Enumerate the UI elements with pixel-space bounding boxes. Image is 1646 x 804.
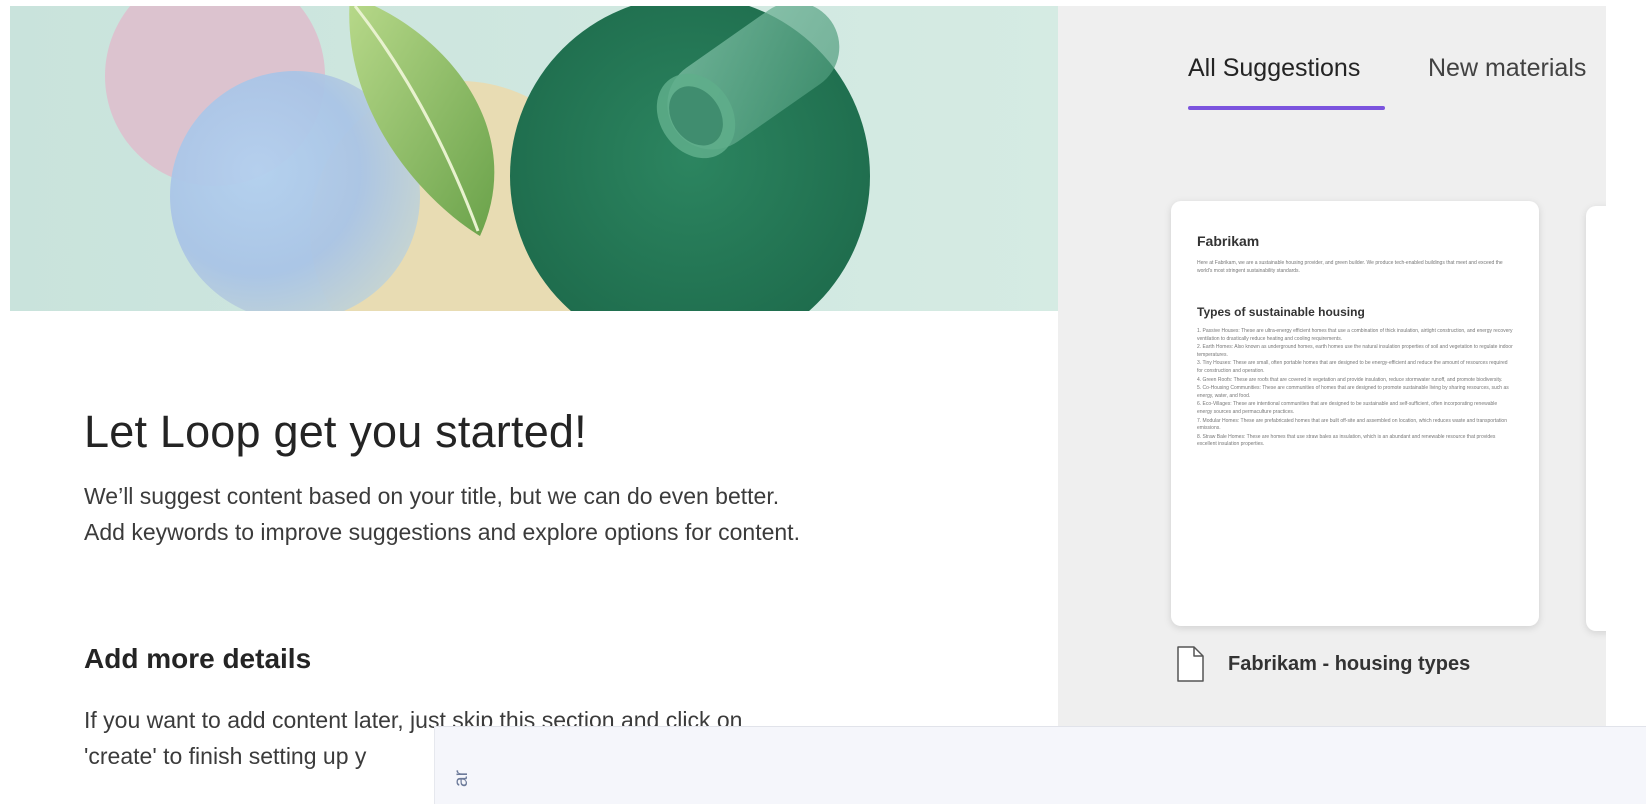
doc-list-item: 2. Earth Homes: Also known as undergroun… [1197,344,1513,358]
selected-tab-indicator [1188,106,1385,110]
file-name: Fabrikam - housing types [1228,652,1471,675]
doc-list-item: 6. Eco-Villages: These are intentional c… [1197,401,1498,415]
doc-list: 1. Passive Houses: These are ultra-energ… [1197,328,1513,449]
bottom-panel: ar [434,726,1646,804]
doc-list-item: 7. Modular Homes: These are prefabricate… [1197,417,1507,432]
doc-list-item: 8. Straw Bale Homes: These are homes tha… [1197,433,1496,448]
doc-list-item: 5. Co-Housing Communities: These are com… [1197,385,1509,399]
section-title: Add more details [84,643,312,674]
suggestion-file-link[interactable]: Fabrikam - housing types [1176,646,1470,682]
doc-heading: Types of sustainable housing [1197,305,1365,319]
suggestion-card-preview[interactable]: Fabrikam Here at Fabrikam, we are a sust… [1171,201,1539,626]
doc-list-item: 3. Tiny Houses: These are small, often p… [1197,360,1508,374]
intro-line: Add keywords to improve suggestions and … [84,519,800,545]
next-suggestion-card[interactable] [1586,206,1606,631]
onboarding-pane: Let Loop get you started! We’ll suggest … [0,0,1058,804]
tab-all-suggestions[interactable]: All Suggestions [1188,54,1360,83]
suggestions-pane: All Suggestions New materials Fabrikam H… [1058,6,1606,726]
intro-line: We’ll suggest content based on your titl… [84,483,780,509]
tab-new-materials[interactable]: New materials [1428,54,1586,83]
intro-text: We’ll suggest content based on your titl… [84,478,800,550]
vertical-label: ar [451,770,472,787]
doc-title: Fabrikam [1197,233,1260,249]
document-icon [1176,646,1204,682]
doc-list-item: 1. Passive Houses: These are ultra-energ… [1197,328,1513,342]
doc-intro: Here at Fabrikam, we are a sustainable h… [1197,260,1503,274]
hero-illustration [10,6,1058,311]
page-title: Let Loop get you started! [84,406,587,457]
doc-list-item: 4. Green Roofs: These are roofs that are… [1197,376,1503,383]
